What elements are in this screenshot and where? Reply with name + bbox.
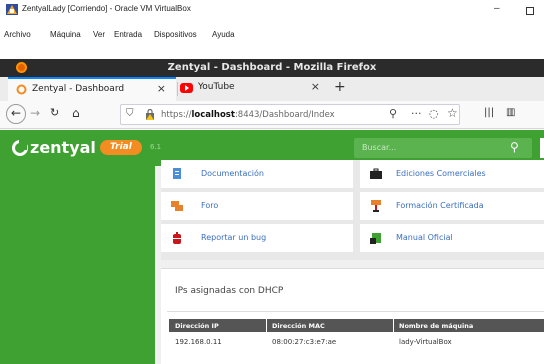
link-label: Foro bbox=[201, 201, 219, 210]
menu-dispositivos[interactable]: Dispositivos bbox=[154, 30, 197, 39]
url-bar[interactable]: ⛉ https://localhost:8443/Dashboard/Index… bbox=[120, 104, 460, 125]
firefox-window-title: Zentyal - Dashboard - Mozilla Firefox bbox=[167, 62, 377, 73]
link-manual-oficial[interactable]: Manual Oficial bbox=[360, 224, 544, 252]
column-header-ip: Dirección IP bbox=[175, 322, 219, 330]
minimize-button[interactable]: – bbox=[494, 3, 500, 14]
version-label: 6.1 bbox=[150, 143, 162, 151]
link-formacion-certificada[interactable]: Formación Certificada bbox=[360, 192, 544, 220]
header-edge bbox=[540, 138, 544, 158]
zentyal-favicon-icon bbox=[16, 84, 27, 95]
divider bbox=[167, 311, 544, 312]
link-label: Ediciones Comerciales bbox=[396, 169, 486, 178]
column-divider bbox=[393, 319, 394, 350]
vbox-menu-bar: Archivo Máquina Ver Entrada Dispositivos… bbox=[0, 20, 544, 40]
menu-ayuda[interactable]: Ayuda bbox=[212, 30, 235, 39]
search-icon[interactable]: ⚲ bbox=[510, 140, 519, 154]
training-icon bbox=[371, 200, 381, 212]
back-button[interactable]: ← bbox=[6, 104, 26, 124]
table-header: Dirección IP Dirección MAC Nombre de máq… bbox=[169, 319, 544, 332]
column-divider bbox=[266, 319, 267, 350]
zentyal-logo: zentyal bbox=[30, 138, 96, 157]
vbox-title-bar: ZentyalLady [Corriendo] - Oracle VM Virt… bbox=[0, 0, 544, 20]
key-icon[interactable]: ⚲ bbox=[389, 107, 397, 120]
lock-warning-icon[interactable] bbox=[145, 109, 155, 120]
cell-hostname: lady-VirtualBox bbox=[399, 338, 452, 346]
youtube-icon bbox=[180, 83, 193, 93]
cell-mac: 08:00:27:c3:e7:ae bbox=[272, 338, 337, 346]
zentyal-logo-icon bbox=[12, 140, 28, 156]
close-tab-icon[interactable]: × bbox=[311, 80, 320, 93]
briefcase-icon bbox=[370, 168, 382, 179]
url-text[interactable]: https://localhost:8443/Dashboard/Index bbox=[161, 110, 335, 120]
virtualbox-icon bbox=[6, 4, 18, 15]
column-header-hostname: Nombre de máquina bbox=[399, 322, 474, 330]
shield-icon[interactable]: ⛉ bbox=[126, 108, 134, 119]
navigation-bar: ← → ↻ ⌂ ⛉ https://localhost:8443/Dashboa… bbox=[0, 101, 544, 129]
tab-label: Zentyal - Dashboard bbox=[32, 84, 125, 94]
new-tab-button[interactable]: + bbox=[334, 79, 346, 95]
dhcp-panel: IPs asignadas con DHCP Dirección IP Dire… bbox=[161, 268, 544, 364]
dhcp-panel-title: IPs asignadas con DHCP bbox=[175, 286, 284, 296]
links-panel: Documentación Ediciones Comerciales Foro… bbox=[161, 160, 544, 260]
pocket-icon[interactable]: ◌ bbox=[429, 107, 439, 120]
manual-icon bbox=[370, 233, 381, 244]
forum-icon bbox=[171, 201, 183, 211]
screen: ZentyalLady [Corriendo] - Oracle VM Virt… bbox=[0, 0, 544, 364]
forward-button[interactable]: → bbox=[30, 106, 40, 120]
tab-label: YouTube bbox=[198, 82, 235, 92]
link-label: Reportar un bug bbox=[201, 233, 267, 242]
bug-icon bbox=[173, 232, 181, 244]
link-foro[interactable]: Foro bbox=[161, 192, 353, 220]
tab-zentyal-dashboard[interactable]: Zentyal - Dashboard × bbox=[8, 77, 176, 101]
link-label: Manual Oficial bbox=[396, 233, 453, 242]
column-header-mac: Dirección MAC bbox=[272, 322, 325, 330]
document-icon bbox=[173, 168, 181, 179]
reload-button[interactable]: ↻ bbox=[50, 106, 59, 119]
link-documentacion[interactable]: Documentación bbox=[161, 160, 353, 188]
menu-maquina[interactable]: Máquina bbox=[50, 30, 81, 39]
search-placeholder: Buscar... bbox=[362, 143, 397, 152]
link-ediciones-comerciales[interactable]: Ediciones Comerciales bbox=[360, 160, 544, 188]
maximize-button[interactable] bbox=[526, 7, 534, 15]
menu-ver[interactable]: Ver bbox=[93, 30, 105, 39]
page-actions-icon[interactable]: ··· bbox=[411, 107, 422, 120]
vbox-window-title: ZentyalLady [Corriendo] - Oracle VM Virt… bbox=[22, 4, 191, 13]
link-reportar-bug[interactable]: Reportar un bug bbox=[161, 224, 353, 252]
firefox-title-bar: Zentyal - Dashboard - Mozilla Firefox bbox=[0, 59, 544, 77]
menu-entrada[interactable]: Entrada bbox=[114, 30, 142, 39]
sidebar bbox=[0, 166, 155, 364]
cell-ip: 192.168.0.11 bbox=[175, 338, 222, 346]
bookmark-star-icon[interactable]: ☆ bbox=[447, 106, 458, 120]
link-label: Documentación bbox=[201, 169, 264, 178]
home-button[interactable]: ⌂ bbox=[72, 106, 80, 120]
close-tab-icon[interactable]: × bbox=[157, 82, 166, 95]
library-icon[interactable]: ||| bbox=[484, 107, 494, 118]
tab-bar: Zentyal - Dashboard × YouTube × + bbox=[0, 77, 544, 101]
search-input[interactable]: Buscar... ⚲ bbox=[354, 138, 532, 158]
menu-archivo[interactable]: Archivo bbox=[4, 30, 31, 39]
sidebar-icon[interactable]: ▥ bbox=[506, 107, 515, 118]
tab-youtube[interactable]: YouTube × bbox=[178, 77, 330, 101]
edition-badge: Trial bbox=[100, 140, 142, 155]
link-label: Formación Certificada bbox=[396, 201, 484, 210]
table-row: 192.168.0.11 08:00:27:c3:e7:ae lady-Virt… bbox=[169, 334, 544, 350]
